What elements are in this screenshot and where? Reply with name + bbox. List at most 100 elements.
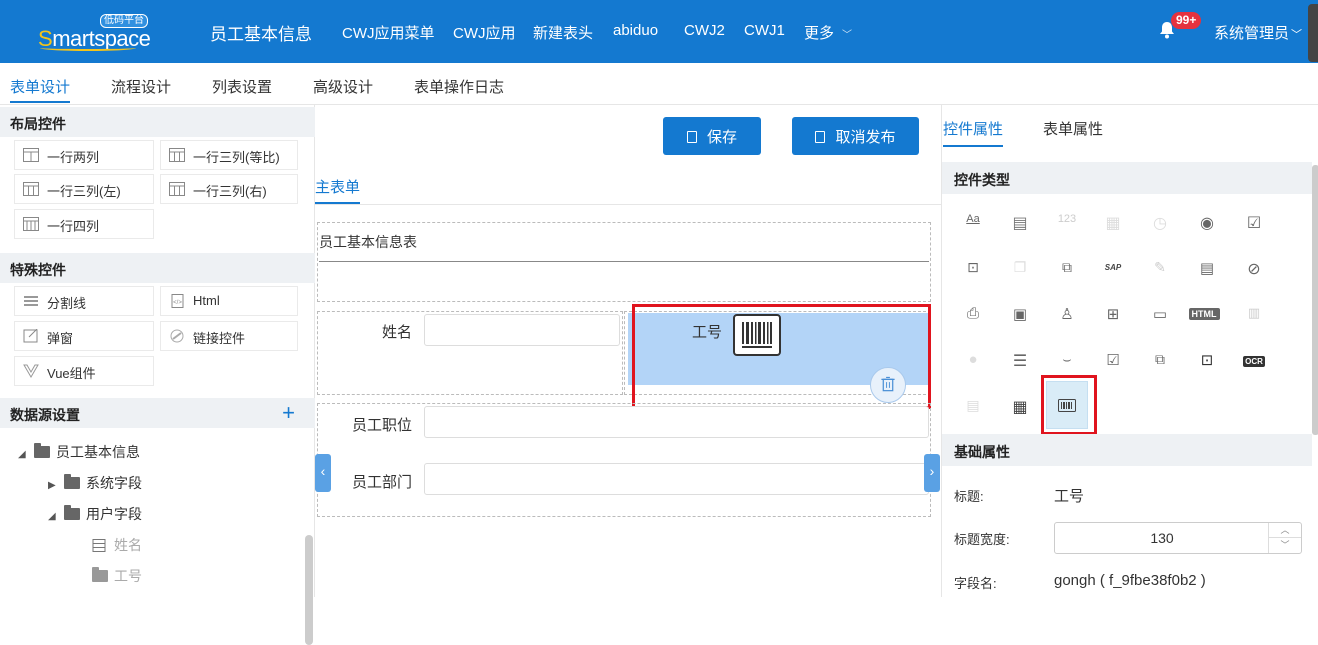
user-icon[interactable]: ♙ [1056,305,1078,327]
calendar-icon[interactable]: ▦ [1102,213,1124,235]
collapse-left-button[interactable]: ‹ [315,454,331,492]
tab-list-settings[interactable]: 列表设置 [212,76,272,97]
eye-closed-icon[interactable]: ⌣ [1056,351,1078,373]
tree-node-name[interactable]: 姓名 [92,535,142,555]
dropdown-icon[interactable]: ⊡ [962,259,984,281]
position-input[interactable] [424,406,929,438]
divider-icon [24,296,38,306]
dept-input[interactable] [424,463,929,495]
basic-properties-header: 基础属性 [942,434,1312,466]
search-doc-icon[interactable]: ⊡ [1196,351,1218,373]
tab-flow-design[interactable]: 流程设计 [111,76,171,97]
ocr-icon[interactable]: OCR [1238,355,1270,377]
list-lines-icon[interactable]: ☰ [1009,351,1031,373]
attachment-icon[interactable]: ⊘ [1243,259,1265,281]
org-structure-icon[interactable]: ⊞ [1102,305,1124,327]
multi-select-icon[interactable]: ❐ [1009,259,1031,281]
name-input[interactable] [424,314,620,346]
image-icon[interactable]: ▣ [1009,305,1031,327]
chevron-down-icon: ﹀ [842,30,853,41]
doc-disabled-icon[interactable]: ▤ [962,397,984,419]
collapsed-triangle-icon: ▶ [48,480,56,491]
layout-three-col-right[interactable]: 一行三列(右) [160,174,298,204]
clock-icon[interactable]: ◷ [1149,213,1171,235]
tab-main-form[interactable]: 主表单 [315,176,360,197]
ctrl-popup-label: 弹窗 [47,331,74,346]
prop-width-label: 标题宽度: [954,532,1010,547]
ctrl-divider[interactable]: 分割线 [14,286,154,316]
nav-item-new-header[interactable]: 新建表头 [533,22,593,43]
unpublish-button[interactable]: 取消发布 [792,117,919,155]
title-width-stepper[interactable]: 130 ︿ ﹀ [1054,522,1302,554]
chevron-up-icon[interactable]: ︿ [1269,523,1301,538]
copy-check-icon[interactable]: ⧉ [1149,351,1171,373]
nav-item-cwj1[interactable]: CWJ1 [744,22,785,39]
ctrl-popup[interactable]: 弹窗 [14,321,154,351]
datasource-header: 数据源设置 + [0,398,315,428]
layout-three-col-left[interactable]: 一行三列(左) [14,174,154,204]
tab-form-log[interactable]: 表单操作日志 [414,76,504,97]
layout-three-col-equal[interactable]: 一行三列(等比) [160,140,298,170]
unpublish-label: 取消发布 [835,129,896,146]
file-upload-icon[interactable]: ⎙ [962,305,984,327]
circle-disabled-icon[interactable]: ● [962,351,984,373]
tab-form-properties[interactable]: 表单属性 [1043,118,1103,139]
vue-icon [23,364,39,378]
tree-node-job-no[interactable]: 工号 [92,566,142,586]
tab-control-properties[interactable]: 控件属性 [943,118,1003,139]
tab-form-design[interactable]: 表单设计 [10,76,70,97]
special-controls-header: 特殊控件 [0,253,315,283]
tree-node-label: 用户字段 [86,506,142,522]
highlight-box-job-no [632,304,931,409]
nav-item-cwj-app[interactable]: CWJ应用 [453,22,516,43]
right-scrollbar[interactable] [1312,165,1318,435]
sap-icon[interactable]: SAP [1102,261,1124,283]
chevron-right-icon: › [929,463,935,479]
folder-icon [34,443,50,458]
add-datasource-button[interactable]: + [282,400,295,426]
tree-node-system-fields[interactable]: ▶ 系统字段 [48,473,142,493]
copy-icon[interactable]: ⧉ [1056,259,1078,281]
checkbox-icon[interactable]: ☑ [1243,213,1265,235]
barcode-disabled-icon[interactable]: ▥ [1243,305,1265,327]
tab-advanced-design[interactable]: 高级设计 [313,76,373,97]
left-scrollbar[interactable] [305,535,313,645]
tree-node-employee[interactable]: ◢ 员工基本信息 [18,442,140,462]
checklist-icon[interactable]: ☑ [1102,351,1124,373]
document-icon[interactable]: ▤ [1196,259,1218,281]
layout-four-col[interactable]: 一行四列 [14,209,154,239]
save-button[interactable]: 保存 [663,117,761,155]
qrcode-icon[interactable]: ▦ [1009,397,1031,419]
ctrl-link[interactable]: 链接控件 [160,321,298,351]
text-icon[interactable]: Aa [962,213,984,235]
tree-node-label: 员工基本信息 [56,444,140,460]
nav-item-cwj-menu[interactable]: CWJ应用菜单 [342,22,435,43]
nav-item-abiduo[interactable]: abiduo [613,22,658,39]
text-block-icon[interactable]: ▭ [1149,305,1171,327]
svg-text:</>: </> [173,300,182,306]
link-icon [170,329,184,343]
tree-node-user-fields[interactable]: ◢ 用户字段 [48,504,142,524]
pen-icon[interactable]: ✎ [1149,259,1171,281]
nav-more-label: 更多 [804,25,835,42]
notification-badge: 99+ [1171,12,1202,29]
user-menu[interactable]: 系统管理员 ﹀ [1214,22,1302,43]
layout-two-col[interactable]: 一行两列 [14,140,154,170]
radio-icon[interactable]: ◉ [1196,213,1218,235]
chevron-down-icon[interactable]: ﹀ [1269,538,1301,553]
title-width-value: 130 [1150,530,1174,546]
code-file-icon: </> [171,294,184,308]
ctrl-html[interactable]: </> Html [160,286,298,316]
textarea-icon[interactable]: ▤ [1009,213,1031,235]
number-icon[interactable]: 123 [1056,213,1078,235]
ctrl-vue[interactable]: Vue组件 [14,356,154,386]
collapse-right-button[interactable]: › [924,454,940,492]
ctrl-vue-label: Vue组件 [47,366,96,381]
app-title[interactable]: 员工基本信息 [210,20,312,45]
chevron-left-icon: ‹ [320,463,326,479]
prop-field-value: gongh ( f_9fbe38f0b2 ) [1054,572,1206,589]
nav-item-cwj2[interactable]: CWJ2 [684,22,725,39]
chevron-down-icon: ﹀ [1291,29,1303,41]
nav-item-more[interactable]: 更多 ﹀ [804,22,852,43]
html-icon[interactable]: HTML [1187,308,1221,330]
